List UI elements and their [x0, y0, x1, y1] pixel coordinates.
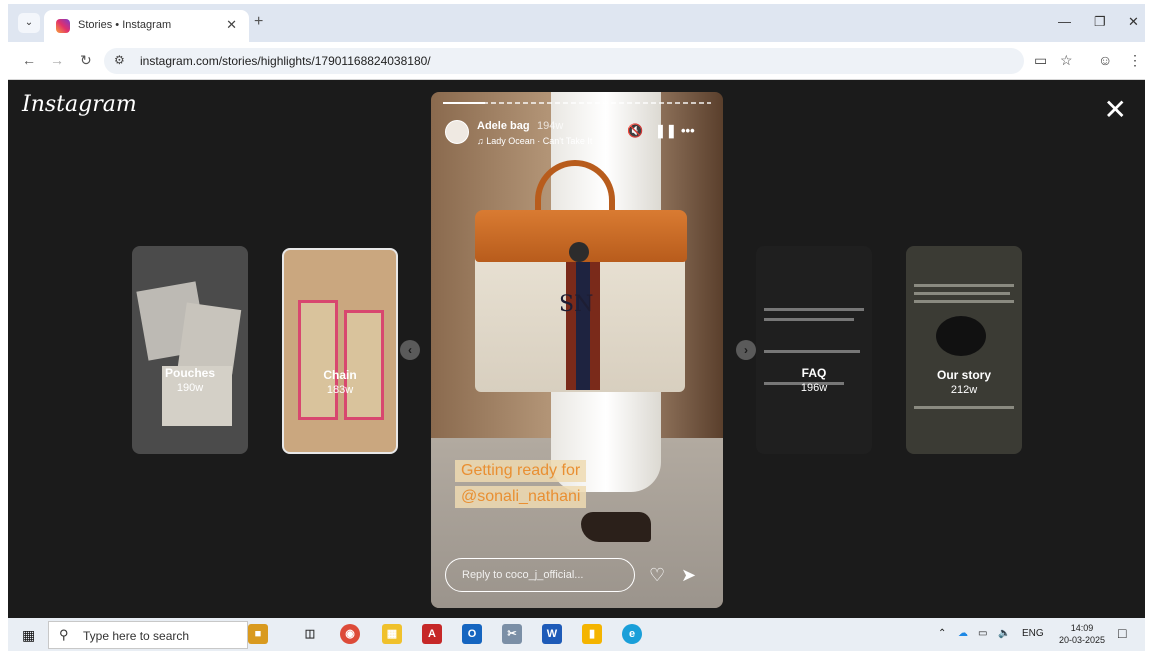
language-indicator[interactable]: ENG	[1022, 628, 1044, 639]
story-caption: Getting ready for @sonali_nathani	[455, 460, 587, 512]
restore-icon[interactable]: ❐	[1094, 14, 1106, 30]
previous-story-chevron-icon[interactable]: ‹	[400, 340, 420, 360]
instagram-logo[interactable]: Instagram	[22, 92, 137, 117]
caption-mention[interactable]: @sonali_nathani	[455, 486, 587, 508]
window-close-icon[interactable]: ✕	[1128, 14, 1139, 30]
minimize-icon[interactable]: —	[1058, 14, 1071, 30]
file-explorer-icon[interactable]: ▦	[382, 624, 402, 644]
faq-text-line	[764, 308, 864, 311]
cast-icon[interactable]: ▭	[1034, 52, 1047, 68]
taskbar-search-text: Type here to search	[83, 629, 190, 643]
next-story-chevron-icon[interactable]: ›	[736, 340, 756, 360]
snipping-tool-icon[interactable]: ✂	[502, 624, 522, 644]
instagram-favicon-icon	[56, 19, 70, 33]
site-info-icon[interactable]: ⚙	[114, 53, 125, 67]
heel-image	[581, 512, 651, 542]
word-icon[interactable]: W	[542, 624, 562, 644]
highlight-age: 196w	[800, 382, 828, 394]
story-text-line	[914, 406, 1014, 409]
forward-arrow-icon[interactable]: →	[50, 52, 64, 68]
highlight-age: 183w	[326, 384, 354, 396]
more-options-icon[interactable]: •••	[681, 124, 695, 138]
tray-expand-icon[interactable]: ⌃	[938, 628, 946, 639]
faq-text-line	[764, 350, 860, 353]
tab-title: Stories • Instagram	[78, 19, 172, 31]
reply-box[interactable]	[445, 558, 635, 592]
story-text-line	[914, 292, 1010, 295]
music-note-icon: ♫	[477, 136, 487, 146]
tab-search-chevron-icon[interactable]: ⌄	[18, 13, 40, 33]
highlight-title: Chain	[323, 368, 357, 382]
back-arrow-icon[interactable]: ←	[22, 52, 36, 68]
bag-thumbnail	[344, 310, 384, 420]
search-icon: ⚲	[59, 627, 69, 642]
story-text-line	[914, 300, 1014, 303]
close-viewer-icon[interactable]: ✕	[1104, 96, 1127, 124]
caption-line: Getting ready for	[455, 460, 587, 482]
faq-text-line	[764, 318, 854, 321]
story-sticker	[936, 316, 986, 356]
highlight-card-our-story[interactable]: Our story 212w	[906, 246, 1022, 454]
acrobat-icon[interactable]: A	[422, 624, 442, 644]
tab-close-icon[interactable]: ✕	[226, 17, 237, 33]
windows-start-icon[interactable]: ▦	[22, 627, 35, 644]
bookmark-star-icon[interactable]: ☆	[1060, 52, 1073, 68]
highlight-card-faq[interactable]: FAQ 196w	[756, 246, 872, 454]
story-text-line	[914, 284, 1014, 287]
windows-taskbar: ▦ ⚲ Type here to search ■ ◫ ◉ ▦ A O ✂ W …	[8, 618, 1145, 651]
highlight-age: 190w	[176, 382, 204, 394]
highlight-title: Our story	[936, 368, 991, 382]
highlight-card-pouches[interactable]: Pouches 190w	[132, 246, 248, 454]
account-name[interactable]: Adele bag	[477, 120, 530, 132]
chrome-icon[interactable]: ◉	[340, 624, 360, 644]
network-icon[interactable]: ▭	[978, 628, 987, 639]
browser-tab-bar: ⌄ Stories • Instagram ✕ + — ❐ ✕	[8, 4, 1145, 42]
sticky-notes-icon[interactable]: ▮	[582, 624, 602, 644]
monogram-text: SN	[559, 292, 594, 317]
notifications-icon[interactable]: □	[1118, 625, 1126, 641]
taskbar-clock[interactable]: 14:09 20-03-2025	[1059, 622, 1105, 646]
pouch-thumbnail	[177, 302, 242, 375]
browser-tab-stories[interactable]: Stories • Instagram ✕	[44, 10, 249, 42]
menu-kebab-icon[interactable]: ⋮	[1128, 52, 1142, 68]
reply-input[interactable]	[446, 559, 634, 591]
profile-icon[interactable]: ☺	[1098, 52, 1112, 68]
bag-thumbnail	[298, 300, 338, 420]
story-age: 194w	[537, 120, 564, 132]
highlight-title: FAQ	[801, 366, 827, 380]
browser-toolbar: ← → ↻ ⚙ instagram.com/stories/highlights…	[8, 42, 1145, 80]
highlight-title: Pouches	[164, 366, 215, 380]
bag-lock	[569, 242, 589, 262]
pause-icon[interactable]: ❚❚	[655, 124, 677, 138]
clock-time: 14:09	[1070, 623, 1094, 633]
volume-muted-icon[interactable]: 🔈	[998, 628, 1010, 639]
account-avatar[interactable]	[445, 120, 469, 144]
highlight-age: 212w	[950, 384, 978, 396]
edge-icon[interactable]: e	[622, 624, 642, 644]
reload-icon[interactable]: ↻	[80, 52, 92, 68]
story-progress-fill	[443, 102, 485, 104]
task-view-icon[interactable]: ◫	[300, 624, 320, 644]
stories-viewer: Instagram ✕ Pouches 190w Chain 183w ‹ SN	[8, 80, 1145, 618]
mute-icon[interactable]: 🔇	[627, 124, 643, 138]
share-send-icon[interactable]: ➤	[681, 566, 696, 584]
url-text: instagram.com/stories/highlights/1790116…	[140, 54, 431, 68]
cloud-icon[interactable]: ☁	[958, 628, 968, 639]
screen: ⌄ Stories • Instagram ✕ + — ❐ ✕ ← → ↻ ⚙ …	[0, 0, 1153, 651]
highlight-card-chain[interactable]: Chain 183w	[282, 248, 398, 454]
active-story[interactable]: SN Adele bag 194w ♫ Lady Ocean · Can't T…	[431, 92, 723, 608]
like-heart-icon[interactable]: ♡	[649, 566, 665, 584]
outlook-icon[interactable]: O	[462, 624, 482, 644]
music-track: Lady Ocean · Can't Take It	[486, 136, 593, 146]
music-label[interactable]: ♫ Lady Ocean · Can't Take It	[477, 136, 592, 146]
address-bar[interactable]: ⚙ instagram.com/stories/highlights/17901…	[104, 48, 1024, 74]
work-briefcase-icon[interactable]: ■	[248, 624, 268, 644]
taskbar-search[interactable]: ⚲ Type here to search	[48, 621, 248, 649]
clock-date: 20-03-2025	[1058, 635, 1105, 645]
new-tab-plus-icon[interactable]: +	[254, 14, 263, 30]
